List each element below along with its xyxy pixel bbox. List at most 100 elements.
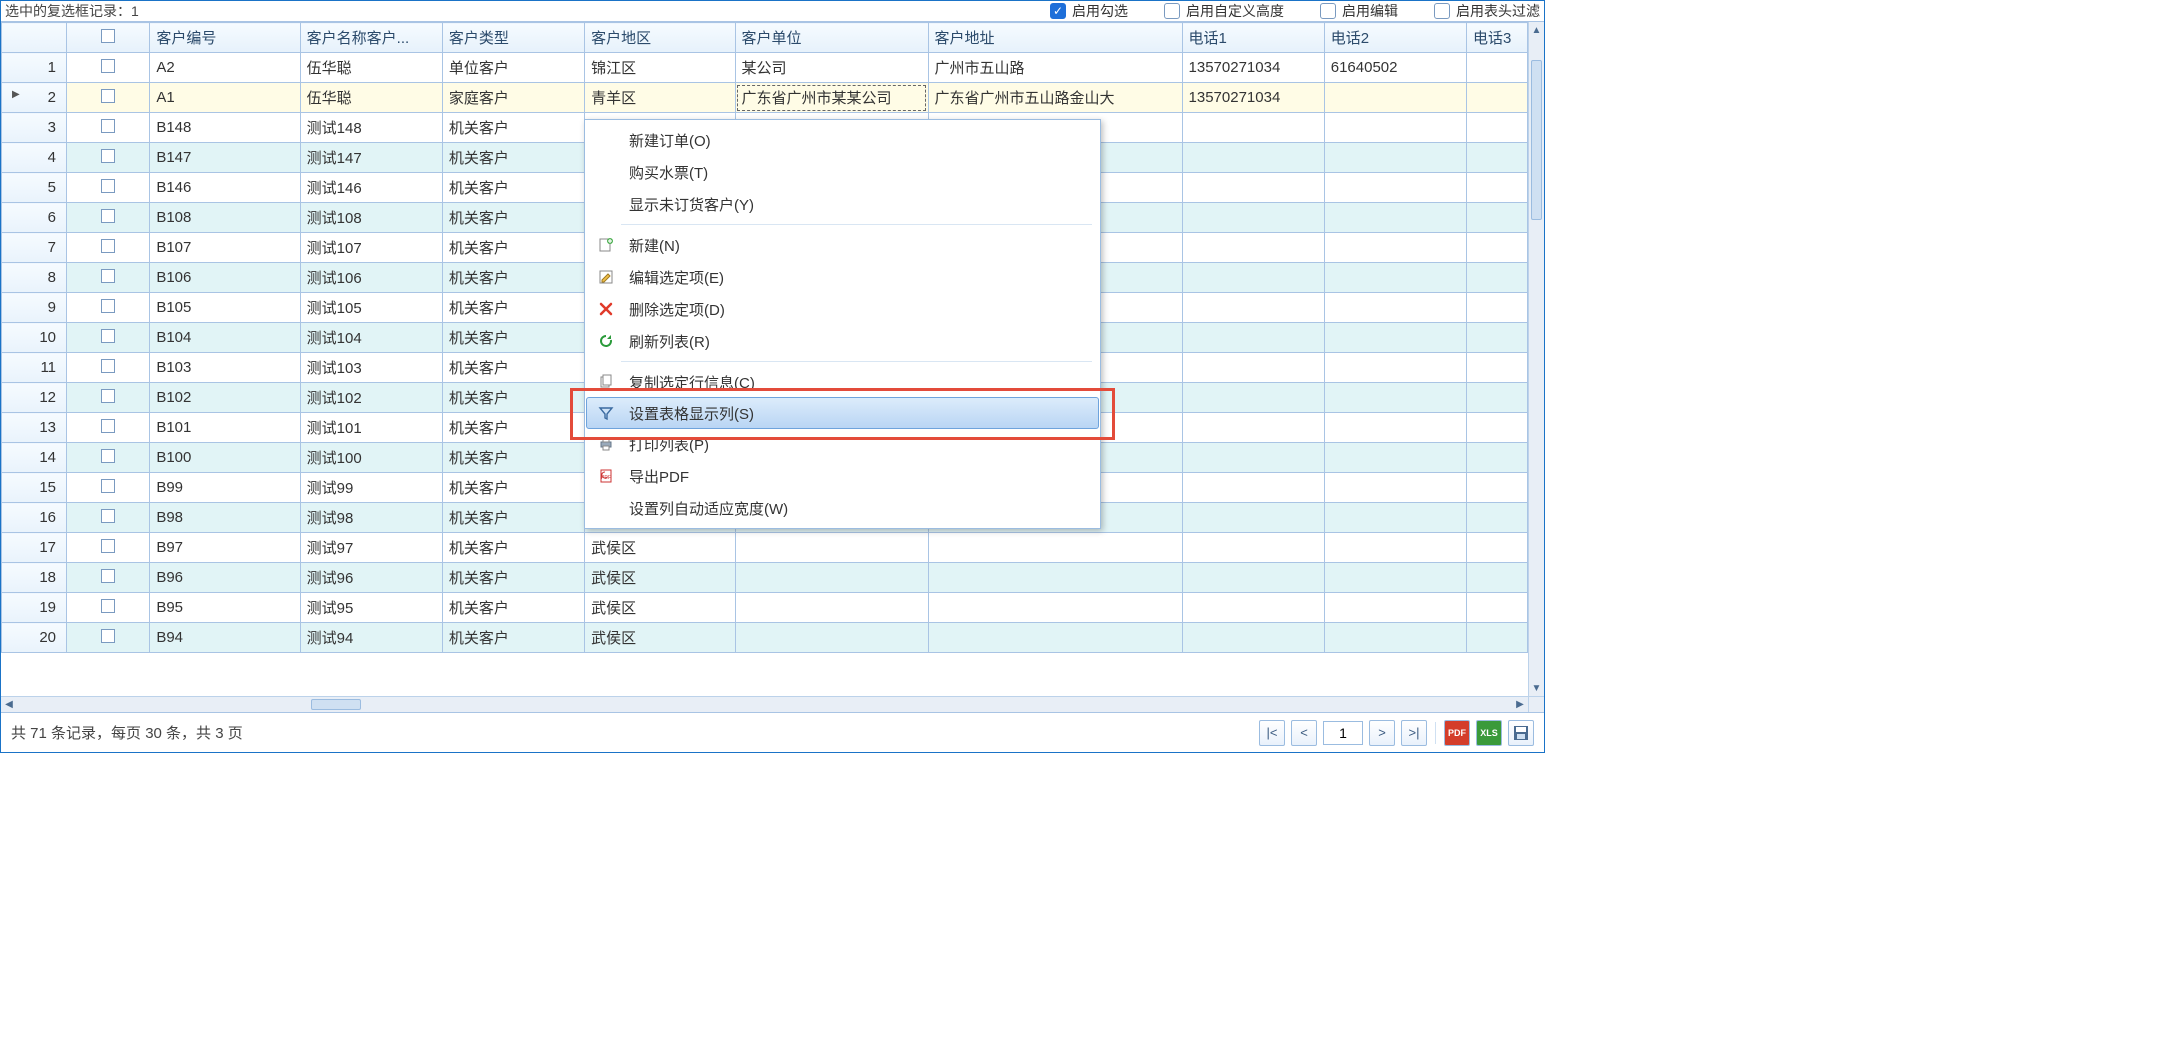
cell-tel3[interactable] bbox=[1466, 563, 1527, 593]
table-row[interactable]: 18B96测试96机关客户武侯区 bbox=[2, 563, 1528, 593]
cell-tel3[interactable] bbox=[1466, 593, 1527, 623]
cell-tel1[interactable]: 13570271034 bbox=[1182, 83, 1324, 113]
cell-id[interactable]: B97 bbox=[150, 533, 300, 563]
cell-tel2[interactable] bbox=[1324, 413, 1466, 443]
row-checkbox[interactable] bbox=[67, 473, 150, 503]
cell-id[interactable]: B107 bbox=[150, 233, 300, 263]
scroll-right-arrow[interactable]: ▶ bbox=[1512, 697, 1528, 712]
column-header-0[interactable]: 客户编号 bbox=[150, 23, 300, 53]
cell-id[interactable]: B98 bbox=[150, 503, 300, 533]
cell-tel3[interactable] bbox=[1466, 173, 1527, 203]
cell-tel1[interactable] bbox=[1182, 233, 1324, 263]
cell-name[interactable]: 测试108 bbox=[300, 203, 442, 233]
cell-type[interactable]: 机关客户 bbox=[442, 623, 584, 653]
column-header-8[interactable]: 电话3 bbox=[1466, 23, 1527, 53]
cell-tel3[interactable] bbox=[1466, 203, 1527, 233]
row-checkbox[interactable] bbox=[67, 233, 150, 263]
menu-item-1[interactable]: 购买水票(T) bbox=[587, 156, 1098, 188]
cell-tel2[interactable]: 61640502 bbox=[1324, 53, 1466, 83]
cell-area[interactable]: 武侯区 bbox=[585, 563, 735, 593]
scroll-left-arrow[interactable]: ◀ bbox=[1, 697, 17, 712]
cell-tel1[interactable] bbox=[1182, 563, 1324, 593]
menu-item-7[interactable]: 刷新列表(R) bbox=[587, 325, 1098, 357]
cell-area[interactable]: 青羊区 bbox=[585, 83, 735, 113]
cell-tel2[interactable] bbox=[1324, 323, 1466, 353]
menu-item-0[interactable]: 新建订单(O) bbox=[587, 124, 1098, 156]
save-layout-button[interactable] bbox=[1508, 720, 1534, 746]
row-checkbox[interactable] bbox=[67, 443, 150, 473]
cell-tel3[interactable] bbox=[1466, 233, 1527, 263]
cell-tel2[interactable] bbox=[1324, 113, 1466, 143]
cell-id[interactable]: B108 bbox=[150, 203, 300, 233]
cell-name[interactable]: 测试94 bbox=[300, 623, 442, 653]
cell-tel1[interactable] bbox=[1182, 383, 1324, 413]
cell-tel2[interactable] bbox=[1324, 83, 1466, 113]
menu-item-6[interactable]: 删除选定项(D) bbox=[587, 293, 1098, 325]
first-page-button[interactable]: |< bbox=[1259, 720, 1285, 746]
cell-name[interactable]: 伍华聪 bbox=[300, 53, 442, 83]
cell-name[interactable]: 测试148 bbox=[300, 113, 442, 143]
cell-tel3[interactable] bbox=[1466, 293, 1527, 323]
cell-tel3[interactable] bbox=[1466, 113, 1527, 143]
row-checkbox[interactable] bbox=[67, 143, 150, 173]
cell-tel3[interactable] bbox=[1466, 143, 1527, 173]
table-row[interactable]: 1A2伍华聪单位客户锦江区某公司广州市五山路135702710346164050… bbox=[2, 53, 1528, 83]
column-header-6[interactable]: 电话1 bbox=[1182, 23, 1324, 53]
cell-addr[interactable] bbox=[928, 593, 1182, 623]
scroll-down-arrow[interactable]: ▼ bbox=[1529, 680, 1544, 696]
cell-area[interactable]: 武侯区 bbox=[585, 593, 735, 623]
row-checkbox[interactable] bbox=[67, 83, 150, 113]
cell-addr[interactable] bbox=[928, 533, 1182, 563]
menu-item-12[interactable]: PDF导出PDF bbox=[587, 460, 1098, 492]
next-page-button[interactable]: > bbox=[1369, 720, 1395, 746]
vertical-scrollbar[interactable]: ▲ ▼ bbox=[1528, 22, 1544, 696]
cell-tel1[interactable] bbox=[1182, 413, 1324, 443]
cell-tel3[interactable] bbox=[1466, 353, 1527, 383]
cell-tel1[interactable] bbox=[1182, 593, 1324, 623]
checkbox-header[interactable] bbox=[67, 23, 150, 53]
prev-page-button[interactable]: < bbox=[1291, 720, 1317, 746]
row-checkbox[interactable] bbox=[67, 383, 150, 413]
horizontal-scroll-thumb[interactable] bbox=[311, 699, 361, 710]
cell-tel2[interactable] bbox=[1324, 593, 1466, 623]
row-checkbox[interactable] bbox=[67, 413, 150, 443]
cell-name[interactable]: 伍华聪 bbox=[300, 83, 442, 113]
cell-tel1[interactable] bbox=[1182, 143, 1324, 173]
cell-id[interactable]: B96 bbox=[150, 563, 300, 593]
column-header-3[interactable]: 客户地区 bbox=[585, 23, 735, 53]
cell-tel3[interactable] bbox=[1466, 323, 1527, 353]
cell-tel2[interactable] bbox=[1324, 503, 1466, 533]
toggle-2[interactable]: 启用编辑 bbox=[1320, 1, 1398, 21]
row-checkbox[interactable] bbox=[67, 563, 150, 593]
cell-unit[interactable]: 广东省广州市某某公司 bbox=[735, 83, 928, 113]
scroll-up-arrow[interactable]: ▲ bbox=[1529, 22, 1544, 38]
cell-tel2[interactable] bbox=[1324, 443, 1466, 473]
row-checkbox[interactable] bbox=[67, 293, 150, 323]
cell-id[interactable]: B104 bbox=[150, 323, 300, 353]
cell-unit[interactable] bbox=[735, 563, 928, 593]
cell-unit[interactable] bbox=[735, 623, 928, 653]
cell-tel3[interactable] bbox=[1466, 413, 1527, 443]
cell-id[interactable]: B94 bbox=[150, 623, 300, 653]
row-checkbox[interactable] bbox=[67, 113, 150, 143]
table-row[interactable]: 19B95测试95机关客户武侯区 bbox=[2, 593, 1528, 623]
menu-item-4[interactable]: 新建(N) bbox=[587, 229, 1098, 261]
cell-tel1[interactable] bbox=[1182, 443, 1324, 473]
cell-type[interactable]: 机关客户 bbox=[442, 413, 584, 443]
cell-id[interactable]: B102 bbox=[150, 383, 300, 413]
cell-type[interactable]: 机关客户 bbox=[442, 113, 584, 143]
cell-tel2[interactable] bbox=[1324, 263, 1466, 293]
cell-unit[interactable]: 某公司 bbox=[735, 53, 928, 83]
cell-tel2[interactable] bbox=[1324, 173, 1466, 203]
cell-area[interactable]: 武侯区 bbox=[585, 533, 735, 563]
cell-type[interactable]: 机关客户 bbox=[442, 533, 584, 563]
row-checkbox[interactable] bbox=[67, 263, 150, 293]
cell-type[interactable]: 机关客户 bbox=[442, 323, 584, 353]
cell-tel1[interactable] bbox=[1182, 203, 1324, 233]
cell-id[interactable]: B99 bbox=[150, 473, 300, 503]
cell-tel3[interactable] bbox=[1466, 503, 1527, 533]
column-header-4[interactable]: 客户单位 bbox=[735, 23, 928, 53]
cell-name[interactable]: 测试96 bbox=[300, 563, 442, 593]
row-checkbox[interactable] bbox=[67, 503, 150, 533]
cell-addr[interactable] bbox=[928, 563, 1182, 593]
